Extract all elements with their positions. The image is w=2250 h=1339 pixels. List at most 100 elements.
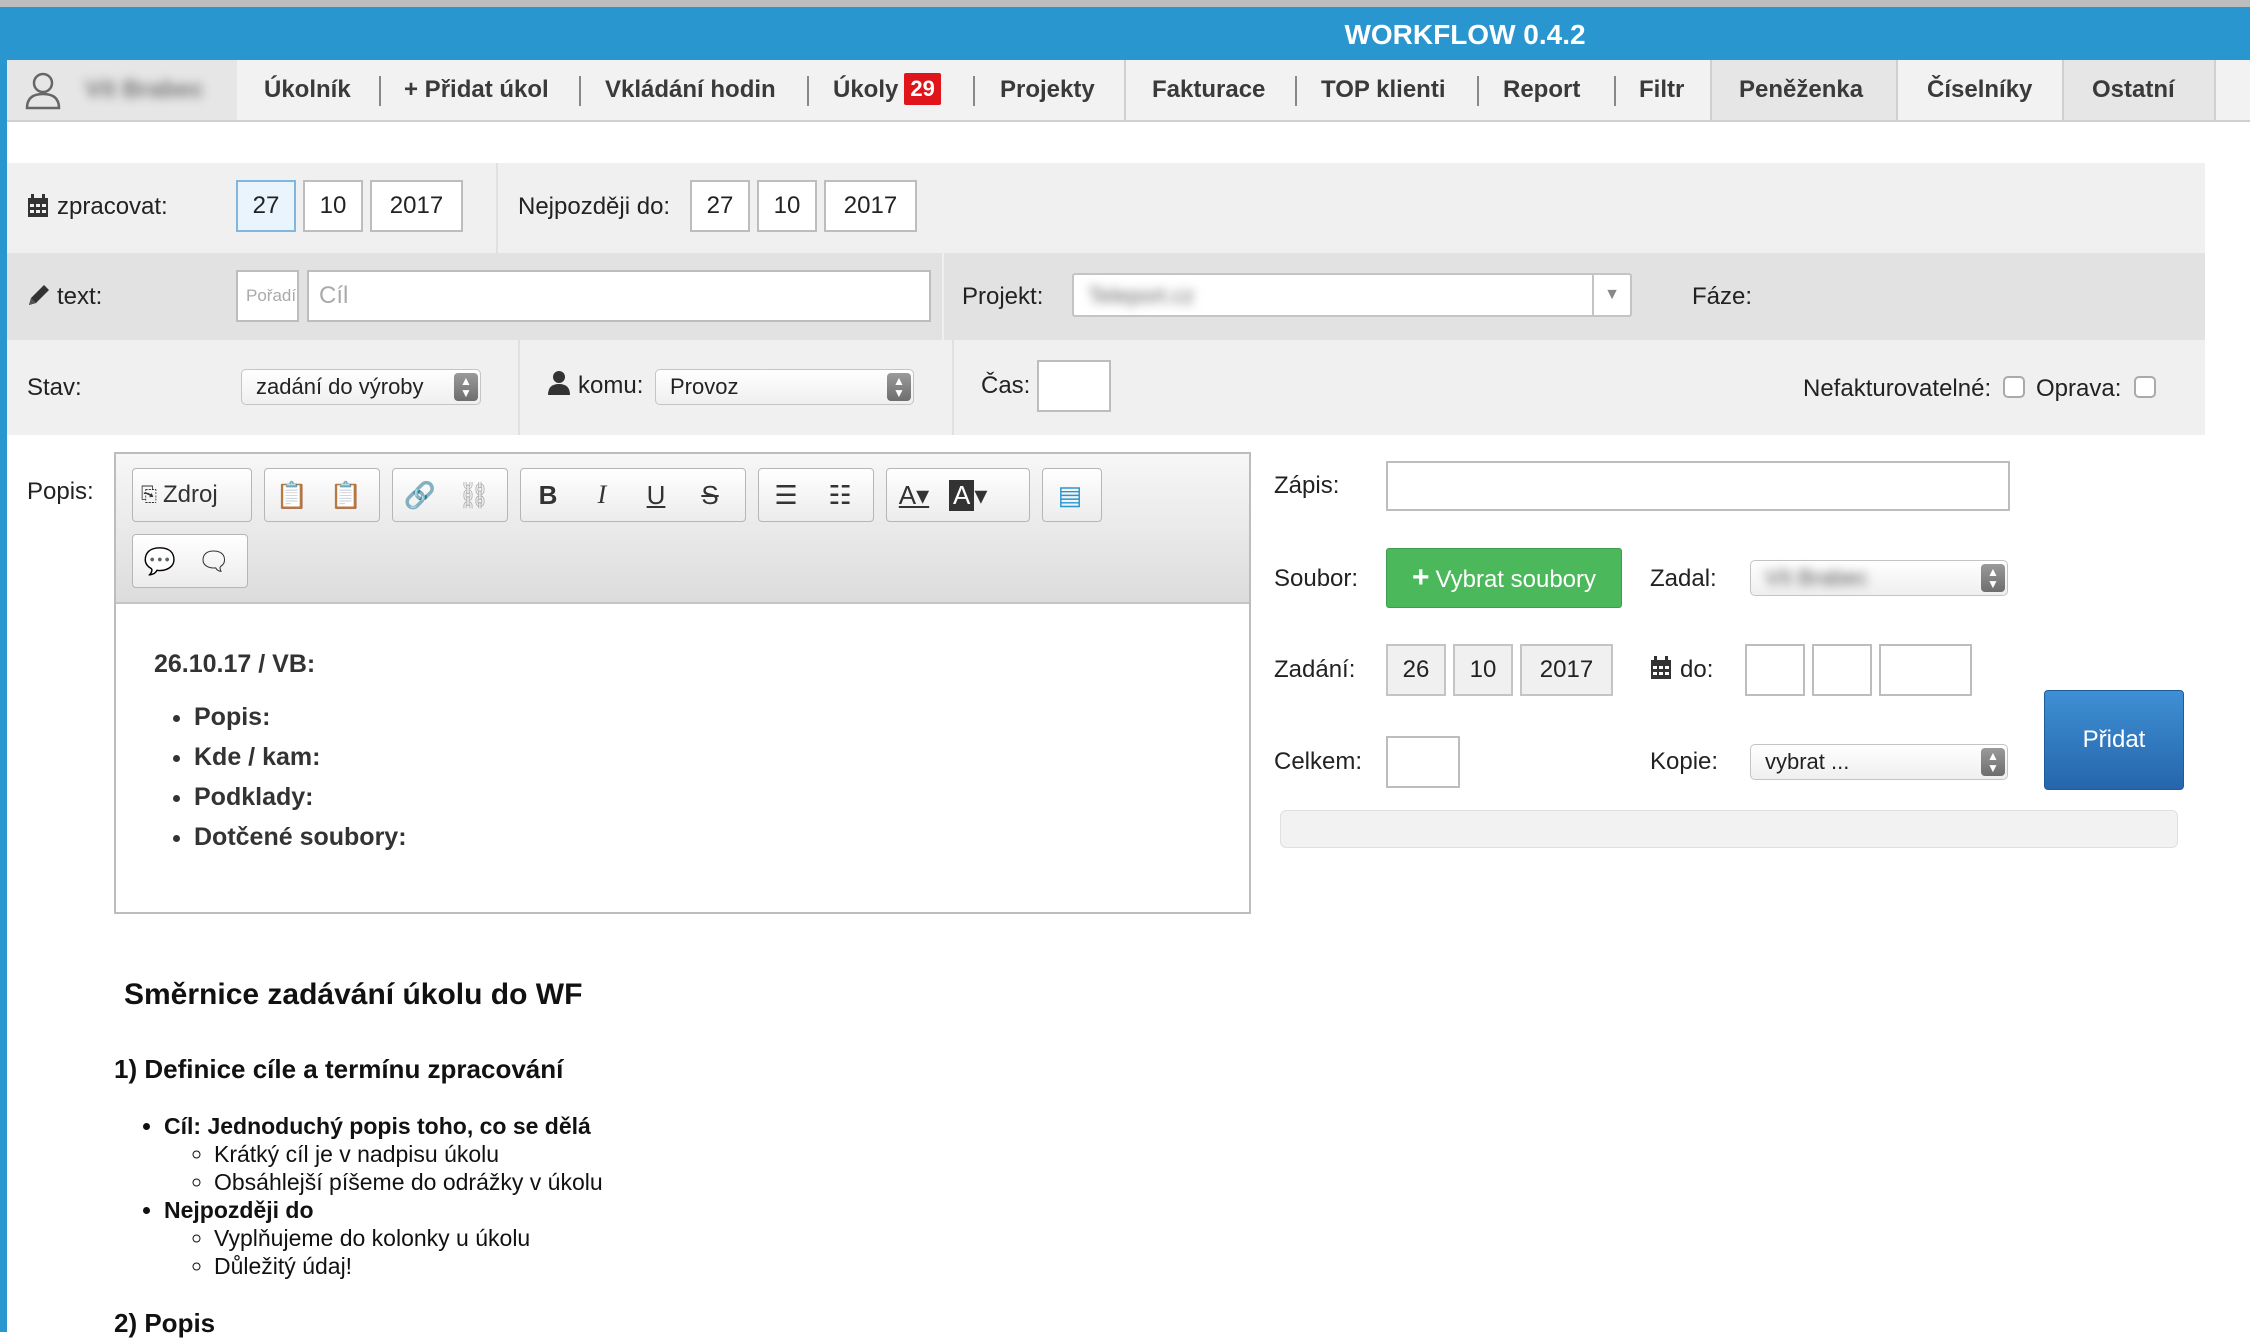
calendar-icon	[28, 194, 48, 217]
guide-section-2: 2) Popis	[114, 1308, 215, 1339]
zapis-input[interactable]	[1386, 461, 2010, 511]
guide-section-heading: 2) Popis	[114, 1308, 216, 1338]
italic-icon[interactable]: I	[575, 469, 629, 521]
zadani-year[interactable]: 2017	[1520, 644, 1613, 696]
nav-separator	[807, 76, 809, 106]
kopie-select[interactable]: vybrat ... ▲ ▼	[1750, 744, 2008, 780]
soubor-label: Soubor:	[1274, 565, 1359, 592]
source-label: Zdroj	[163, 481, 218, 508]
bold-icon[interactable]: B	[521, 469, 575, 521]
link-group: 🔗 ⛓	[392, 468, 508, 522]
insert-group: ▤	[1042, 468, 1102, 522]
cas-input[interactable]	[1037, 360, 1111, 412]
nav-ostatni-label: Ostatní	[2092, 76, 2175, 103]
user-box[interactable]: Vít Brabec	[7, 60, 237, 120]
text-label: text:	[57, 283, 103, 310]
nav-projekty[interactable]: Projekty	[1000, 60, 1095, 120]
nav-ciselniky[interactable]: Číselníky	[1896, 60, 2064, 120]
projekt-label: Projekt:	[962, 283, 1044, 310]
do-year[interactable]	[1879, 644, 1972, 696]
zadani-day[interactable]: 26	[1386, 644, 1446, 696]
zpracovat-year[interactable]: 2017	[370, 180, 463, 232]
editor-bullet: Dotčené soubory:	[194, 817, 407, 857]
nav-pridat-ukol[interactable]: + Přidat úkol	[404, 60, 549, 120]
guide-sub-item: Vyplňujeme do kolonky u úkolu	[214, 1224, 603, 1252]
nav-vkladani-hodin[interactable]: Vkládání hodin	[605, 60, 776, 120]
row-divider	[952, 340, 954, 435]
pencil-icon	[29, 285, 49, 305]
nav-penezenka[interactable]: Peněženka	[1710, 60, 1898, 120]
cil-input[interactable]: Cíl	[307, 270, 931, 322]
user-name: Vít Brabec	[85, 76, 204, 103]
chevron-down-icon: ▼	[1592, 275, 1630, 315]
updown-arrow-icon: ▲ ▼	[1981, 564, 2005, 592]
nav-ukoly[interactable]: Úkoly 29	[833, 60, 941, 120]
nefakturovatelne-checkbox[interactable]	[2003, 376, 2025, 398]
poradi-input[interactable]: Pořadí	[236, 270, 299, 322]
guide-sub-item: Obsáhlejší píšeme do odrážky v úkolu	[214, 1168, 603, 1196]
komu-select[interactable]: Provoz ▲ ▼	[655, 369, 914, 405]
row-divider	[518, 340, 520, 435]
editor-heading: 26.10.17 / VB:	[154, 650, 316, 678]
celkem-input[interactable]	[1386, 736, 1460, 788]
plus-icon: +	[1411, 561, 1430, 594]
guide-list-item: Cíl: Jednoduchý popis toho, co se dělá K…	[164, 1112, 603, 1196]
zpracovat-month[interactable]: 10	[303, 180, 363, 232]
nav-report[interactable]: Report	[1503, 60, 1580, 120]
vybrat-soubory-button[interactable]: + Vybrat soubory	[1386, 548, 1622, 608]
nejpozdeji-year[interactable]: 2017	[824, 180, 917, 232]
text-color-icon[interactable]: A▾	[887, 469, 941, 521]
oprava-checkbox[interactable]	[2134, 376, 2156, 398]
pridat-button[interactable]: Přidat	[2044, 690, 2184, 790]
comment-outline-icon[interactable]: 🗨	[187, 535, 241, 587]
source-button[interactable]: ⎘ Zdroj	[132, 468, 252, 522]
nav-separator	[1295, 76, 1297, 106]
zadani-month[interactable]: 10	[1453, 644, 1513, 696]
editor-content[interactable]: 26.10.17 / VB: Popis: Kde / kam: Podklad…	[154, 650, 407, 857]
updown-arrow-icon: ▲ ▼	[1981, 748, 2005, 776]
link-icon[interactable]: 🔗	[393, 469, 447, 521]
nav-ostatni[interactable]: Ostatní	[2062, 60, 2216, 120]
unlink-icon[interactable]: ⛓	[447, 469, 501, 521]
calendar-icon	[1651, 656, 1671, 679]
stav-select[interactable]: zadání do výroby ▲ ▼	[241, 369, 481, 405]
comment-group: 💬 🗨	[132, 534, 248, 588]
editor-toolbar: ⎘ Zdroj 📋 📋 🔗 ⛓ B I U S ☰ ☷ A▾ A ▾ ▤ 💬 🗨	[116, 454, 1249, 604]
nav-fakturace[interactable]: Fakturace	[1152, 60, 1265, 120]
komu-label: komu:	[578, 372, 644, 399]
insert-template-icon[interactable]: ▤	[1043, 469, 1097, 521]
background-color-icon[interactable]: A ▾	[941, 469, 995, 521]
guide-list-item: Nejpozději do Vyplňujeme do kolonky u úk…	[164, 1196, 603, 1280]
do-day[interactable]	[1745, 644, 1805, 696]
do-month[interactable]	[1812, 644, 1872, 696]
zpracovat-label: zpracovat:	[57, 193, 168, 220]
paste-text-icon[interactable]: 📋	[265, 469, 319, 521]
nejpozdeji-day[interactable]: 27	[690, 180, 750, 232]
guide-list: Cíl: Jednoduchý popis toho, co se dělá K…	[124, 1112, 603, 1280]
comment-icon[interactable]: 💬	[133, 535, 187, 587]
zpracovat-day[interactable]: 27	[236, 180, 296, 232]
stav-value: zadání do výroby	[256, 374, 424, 399]
guide-item-label: Cíl: Jednoduchý popis toho, co se dělá	[164, 1113, 591, 1139]
paste-word-icon[interactable]: 📋	[319, 469, 373, 521]
nav-ukolnik[interactable]: Úkolník	[264, 60, 351, 120]
left-border	[0, 60, 7, 1332]
zadal-select[interactable]: Vít Brabec ▲ ▼	[1750, 560, 2008, 596]
underline-icon[interactable]: U	[629, 469, 683, 521]
nav-ukoly-label: Úkoly	[833, 76, 899, 103]
kopie-value: vybrat ...	[1765, 749, 1850, 774]
komu-value: Provoz	[670, 374, 739, 399]
rich-text-editor[interactable]: ⎘ Zdroj 📋 📋 🔗 ⛓ B I U S ☰ ☷ A▾ A ▾ ▤ 💬 🗨…	[114, 452, 1251, 914]
nav-top-klienti[interactable]: TOP klienti	[1321, 60, 1446, 120]
vybrat-soubory-label: Vybrat soubory	[1435, 566, 1597, 593]
zadal-value: Vít Brabec	[1765, 565, 1868, 590]
nefakturovatelne-label: Nefakturovatelné:	[1803, 375, 1992, 402]
nejpozdeji-month[interactable]: 10	[757, 180, 817, 232]
guide-item-label: Nejpozději do	[164, 1197, 314, 1223]
nav-filtr[interactable]: Filtr	[1639, 60, 1684, 120]
projekt-select[interactable]: Teleport.cz ▼	[1072, 273, 1632, 317]
numbered-list-icon[interactable]: ☰	[759, 469, 813, 521]
strikethrough-icon[interactable]: S	[683, 469, 737, 521]
editor-bullet-list: Popis: Kde / kam: Podklady: Dotčené soub…	[194, 697, 407, 857]
bulleted-list-icon[interactable]: ☷	[813, 469, 867, 521]
